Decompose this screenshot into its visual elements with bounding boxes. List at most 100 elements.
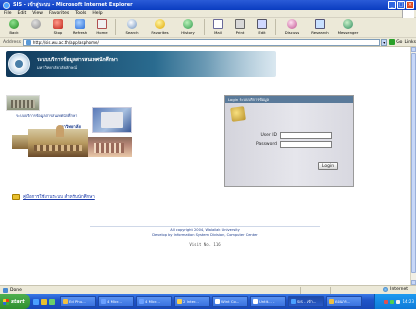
home-label: Home [96, 30, 108, 35]
status-separator [300, 287, 301, 294]
tray-icon[interactable] [390, 299, 395, 304]
password-input[interactable] [280, 141, 332, 148]
back-button[interactable]: Back [3, 18, 25, 36]
refresh-button[interactable]: Refresh [69, 18, 91, 36]
print-label: Print [235, 30, 245, 35]
toolbar-separator [275, 19, 276, 35]
taskbar-button[interactable]: Ed Phu... [60, 296, 96, 307]
zone-label: Internet [390, 287, 408, 292]
vertical-scrollbar[interactable] [410, 47, 416, 285]
login-button[interactable]: Login [318, 162, 338, 170]
status-separator [330, 287, 331, 294]
links-button[interactable]: Links [404, 40, 416, 45]
building-photo [6, 95, 40, 111]
internet-globe-icon [383, 287, 389, 292]
refresh-label: Refresh [72, 30, 88, 35]
scroll-up-button[interactable] [411, 47, 416, 52]
login-panel: Login ระบบบริการข้อมูล User ID Password … [224, 95, 354, 187]
task-app-icon [329, 299, 334, 304]
photo-collage: ระบบบริการข้อมูลสารสนเทศนักศึกษา มหาวิทย… [6, 95, 132, 177]
windows-logo-icon [402, 10, 414, 18]
header-banner: ระบบบริการข้อมูลสารสนเทศนักศึกษา มหาวิทย… [6, 51, 276, 77]
go-label: Go [396, 39, 403, 45]
menu-tools[interactable]: Tools [75, 11, 86, 16]
menu-edit[interactable]: Edit [18, 11, 27, 16]
discuss-button[interactable]: Discuss [278, 18, 306, 36]
address-url[interactable]: http://sis.wu.ac.th/app/asphome/ [33, 40, 99, 45]
messenger-icon [343, 19, 353, 29]
discuss-label: Discuss [284, 30, 300, 35]
login-header-text: Login ระบบบริการข้อมูล [228, 96, 269, 102]
folder-quicklaunch-icon[interactable] [41, 298, 47, 305]
home-button[interactable]: Home [91, 18, 113, 36]
quick-launch [30, 298, 58, 305]
history-button[interactable]: History [174, 18, 202, 36]
mail-button[interactable]: Mail [207, 18, 229, 36]
clock[interactable]: 14:23 [402, 299, 414, 304]
address-bar: Address http://sis.wu.ac.th/app/asphome/… [0, 38, 416, 47]
login-header: Login ระบบบริการข้อมูล [225, 96, 353, 103]
maximize-button[interactable]: □ [397, 1, 405, 9]
menu-favorites[interactable]: Favorites [49, 11, 69, 16]
home-icon [97, 19, 107, 29]
research-icon [315, 19, 325, 29]
task-app-icon [101, 299, 106, 304]
taskbar-button[interactable]: 2 Inter... [174, 296, 210, 307]
tray-icon[interactable] [396, 299, 401, 304]
login-form: User ID Password Login [225, 103, 353, 186]
menu-help[interactable]: Help [92, 11, 102, 16]
desktop-quicklaunch-icon[interactable] [49, 298, 55, 305]
title-bar: SIS - เข้าสู่ระบบ - Microsoft Internet E… [0, 0, 416, 10]
start-button[interactable]: start [0, 294, 30, 309]
visitor-counter: Visit No. 116 [189, 242, 221, 247]
print-button[interactable]: Print [229, 18, 251, 36]
forward-arrow-icon [31, 19, 41, 29]
research-button[interactable]: Research [306, 18, 334, 36]
toolbar-separator [115, 19, 116, 35]
manual-link[interactable]: คู่มือการใช้งานระบบ สำหรับนักศึกษา [12, 193, 95, 200]
edit-button[interactable]: Edit [251, 18, 273, 36]
toolbar-grip [402, 18, 416, 37]
forward-button[interactable] [25, 18, 47, 36]
task-app-icon [253, 299, 258, 304]
windows-flag-icon [3, 298, 9, 305]
page-content: ระบบบริการข้อมูลสารสนเทศนักศึกษา มหาวิทย… [0, 47, 410, 285]
go-button[interactable]: Go [389, 39, 402, 45]
address-input[interactable]: http://sis.wu.ac.th/app/asphome/ [22, 38, 381, 46]
search-button[interactable]: Search [118, 18, 146, 36]
manual-link-text[interactable]: คู่มือการใช้งานระบบ สำหรับนักศึกษา [23, 193, 95, 200]
menu-file[interactable]: File [4, 11, 12, 16]
scroll-thumb[interactable] [411, 53, 416, 273]
close-button[interactable]: × [406, 1, 414, 9]
back-arrow-icon [9, 19, 19, 29]
password-row: Password [249, 141, 332, 148]
task-label: Ed Phu... [69, 299, 86, 304]
history-icon [183, 19, 193, 29]
status-page-icon [3, 287, 8, 293]
refresh-icon [75, 19, 85, 29]
taskbar-button[interactable]: Untit... - [250, 296, 286, 307]
stop-icon [53, 19, 63, 29]
password-label: Password [255, 142, 277, 147]
user-id-input[interactable] [280, 132, 332, 139]
window-title: SIS - เข้าสู่ระบบ - Microsoft Internet E… [13, 2, 133, 8]
minimize-button[interactable]: _ [388, 1, 396, 9]
ie-quicklaunch-icon[interactable] [33, 298, 39, 305]
messenger-button[interactable]: Messenger [334, 18, 362, 36]
taskbar-button[interactable]: 4 Micr... [136, 296, 172, 307]
taskbar-button[interactable]: SIS - เข้า... [288, 296, 324, 307]
address-dropdown-button[interactable]: ▾ [381, 38, 388, 46]
taskbar-button[interactable]: 4 Micr... [98, 296, 134, 307]
task-label: Wint Co... [221, 299, 240, 304]
page-icon [25, 39, 31, 45]
tray-icon[interactable] [384, 299, 389, 304]
favorites-button[interactable]: Favorites [146, 18, 174, 36]
taskbar-button[interactable]: ดอนกร... [326, 296, 362, 307]
stop-button[interactable]: Stop [47, 18, 69, 36]
status-bar: Done Internet [0, 285, 416, 294]
toolbar-separator [204, 19, 205, 35]
taskbar-button[interactable]: Wint Co... [212, 296, 248, 307]
task-label: 4 Micr... [145, 299, 160, 304]
menu-view[interactable]: View [32, 11, 43, 16]
task-label: 2 Inter... [183, 299, 199, 304]
